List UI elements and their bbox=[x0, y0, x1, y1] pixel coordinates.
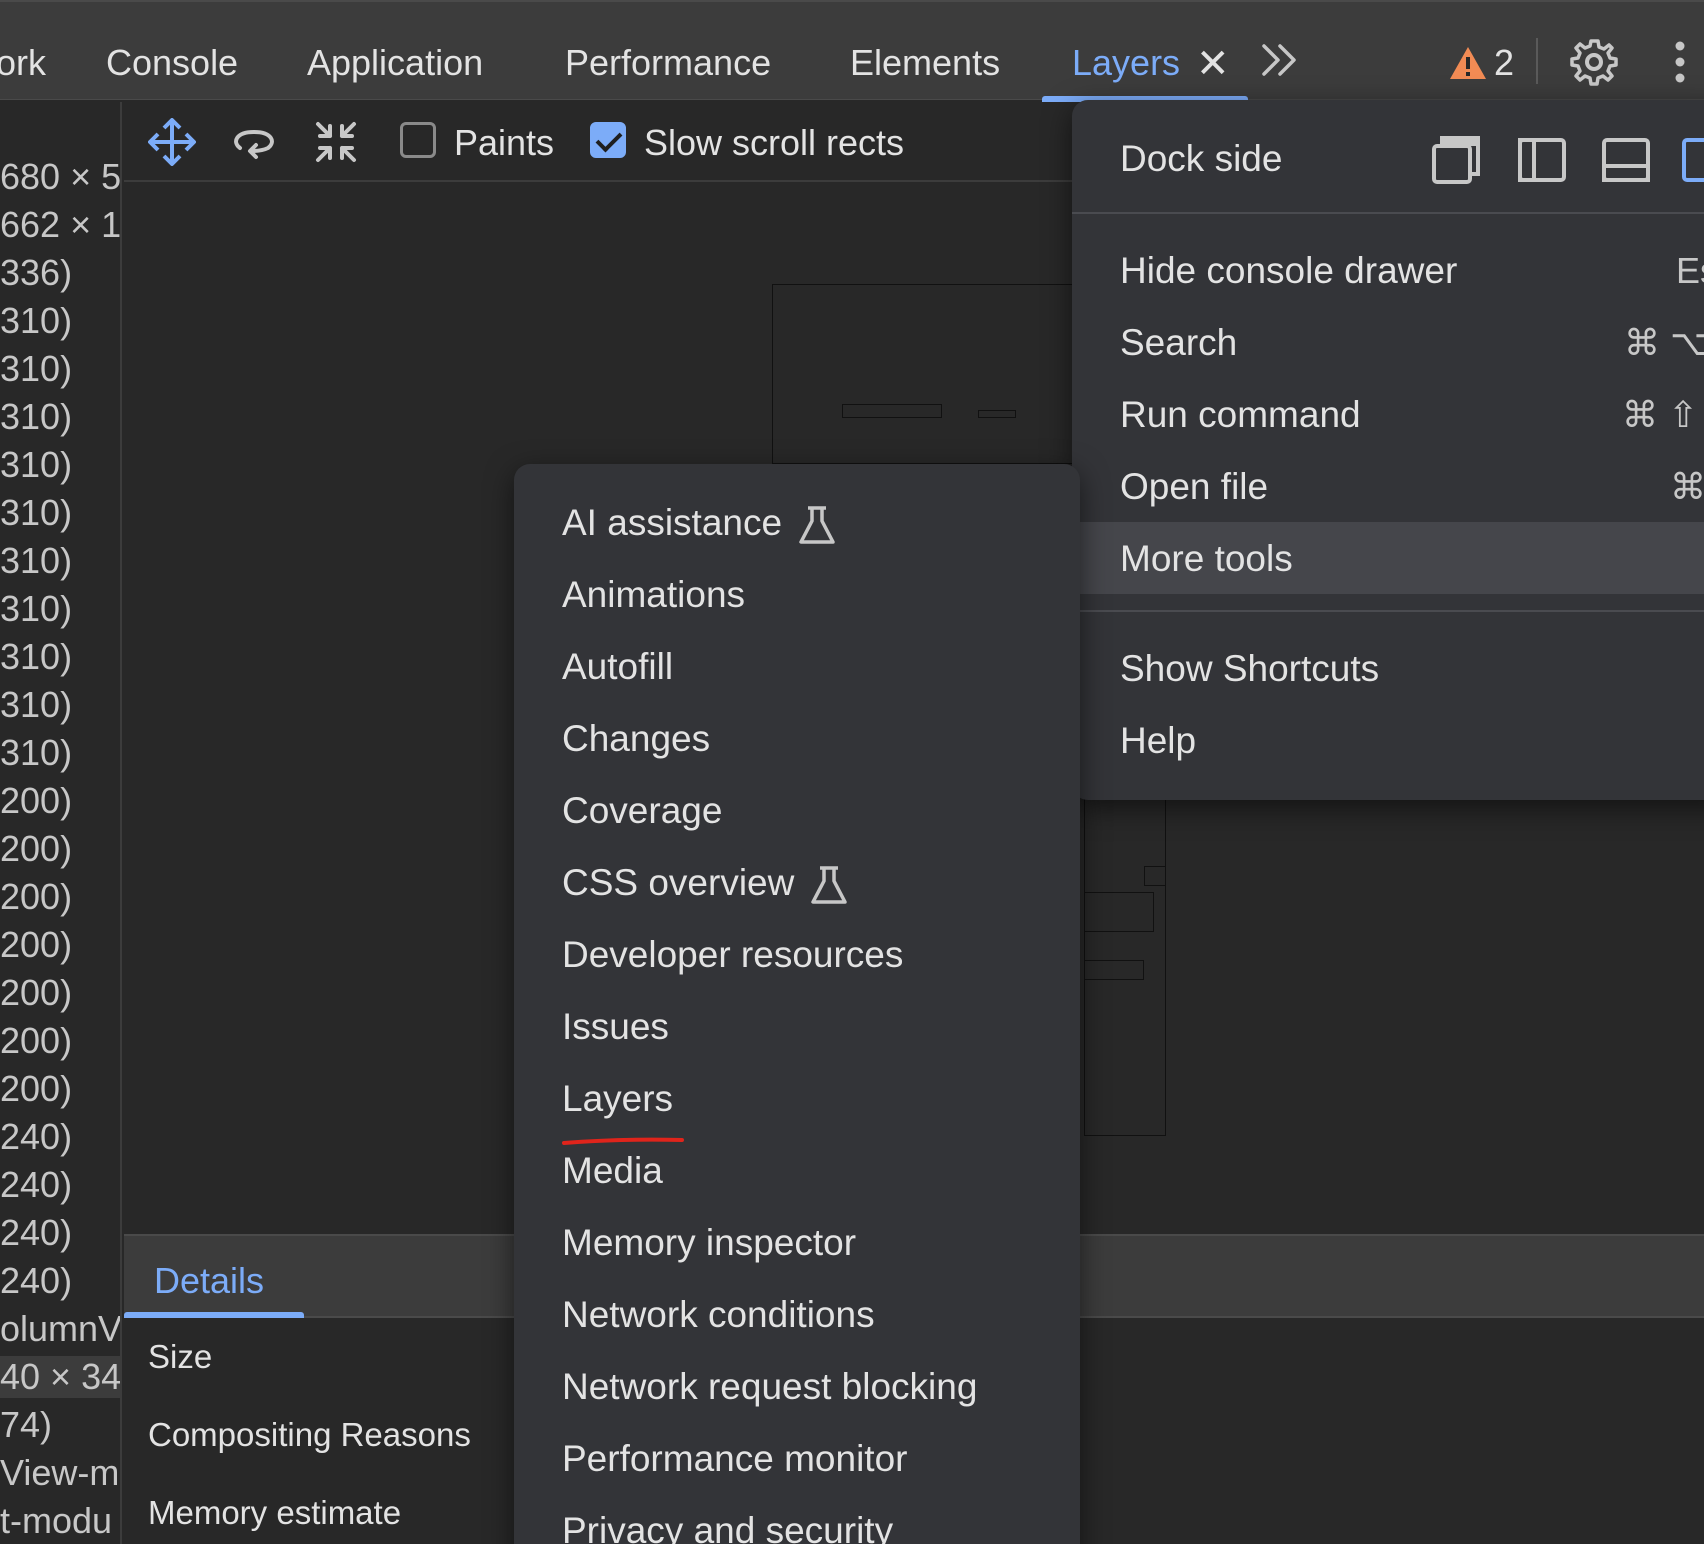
layer-tree: 680 × 5 662 × 1 336) 310) 310) 310) 310)… bbox=[0, 102, 122, 1544]
layer-wireframe bbox=[978, 410, 1016, 418]
menu-separator bbox=[1072, 212, 1704, 214]
layer-tree-row[interactable]: 310) bbox=[0, 396, 72, 438]
submenu-item-autofill[interactable]: Autofill bbox=[562, 646, 673, 688]
layer-tree-row[interactable]: 200) bbox=[0, 876, 72, 918]
submenu-item-changes[interactable]: Changes bbox=[562, 718, 710, 760]
menu-item-more-tools[interactable]: More tools bbox=[1120, 538, 1293, 580]
layer-wireframe bbox=[1144, 866, 1166, 886]
layer-tree-row[interactable]: 310) bbox=[0, 540, 72, 582]
menu-separator bbox=[1072, 610, 1704, 612]
tab-network[interactable]: ork bbox=[0, 42, 46, 84]
submenu-item-network-request-blocking[interactable]: Network request blocking bbox=[562, 1366, 977, 1408]
layer-tree-row[interactable]: 310) bbox=[0, 636, 72, 678]
layer-tree-row[interactable]: View-mo bbox=[0, 1452, 120, 1494]
shortcut-search: ⌘ ⌥ bbox=[1624, 322, 1704, 363]
layer-tree-row[interactable]: 240) bbox=[0, 1116, 72, 1158]
menu-item-search[interactable]: Search bbox=[1120, 322, 1237, 364]
submenu-item-issues[interactable]: Issues bbox=[562, 1006, 669, 1048]
undock-icon[interactable] bbox=[1430, 134, 1482, 186]
layer-wireframe bbox=[842, 404, 942, 418]
annotation-underline bbox=[562, 1137, 684, 1145]
tab-layers[interactable]: Layers bbox=[1072, 42, 1180, 84]
tab-performance[interactable]: Performance bbox=[565, 42, 771, 84]
submenu-item-coverage[interactable]: Coverage bbox=[562, 790, 722, 832]
toolbar-divider bbox=[1536, 38, 1538, 84]
rotate-mode-icon[interactable] bbox=[230, 118, 278, 166]
dock-bottom-icon[interactable] bbox=[1600, 134, 1652, 186]
menu-item-run-command[interactable]: Run command bbox=[1120, 394, 1361, 436]
layer-tree-row[interactable]: 680 × 5 bbox=[0, 156, 120, 198]
menu-item-help[interactable]: Help bbox=[1120, 720, 1196, 762]
close-icon[interactable]: ✕ bbox=[1196, 44, 1230, 84]
shortcut-hide-console-drawer: Es bbox=[1676, 250, 1704, 291]
layer-tree-row[interactable]: 200) bbox=[0, 828, 72, 870]
warning-icon bbox=[1450, 47, 1486, 79]
submenu-item-media[interactable]: Media bbox=[562, 1150, 663, 1192]
submenu-item-performance-monitor[interactable]: Performance monitor bbox=[562, 1438, 907, 1480]
customize-devtools-menu: Dock side Hide console drawer Es Search … bbox=[1072, 100, 1704, 800]
paints-checkbox[interactable] bbox=[400, 122, 436, 158]
dock-left-icon[interactable] bbox=[1516, 134, 1568, 186]
layer-tree-row[interactable]: 662 × 1 bbox=[0, 204, 120, 246]
warnings-counter[interactable]: 2 bbox=[1448, 42, 1514, 84]
pan-mode-icon[interactable] bbox=[148, 118, 196, 166]
layer-tree-row[interactable]: 200) bbox=[0, 972, 72, 1014]
layer-tree-row[interactable]: 200) bbox=[0, 1068, 72, 1110]
layer-tree-row[interactable]: olumnV bbox=[0, 1308, 120, 1350]
submenu-item-animations[interactable]: Animations bbox=[562, 574, 745, 616]
layer-tree-row-selected[interactable]: 40 × 34 bbox=[0, 1356, 120, 1398]
tab-console[interactable]: Console bbox=[106, 42, 238, 84]
shortcut-run-command: ⌘ ⇧ bbox=[1622, 394, 1699, 435]
experiment-flask-icon bbox=[811, 866, 848, 904]
layer-tree-row[interactable]: 200) bbox=[0, 780, 72, 822]
slow-scroll-rects-checkbox[interactable] bbox=[590, 122, 626, 158]
layer-tree-row[interactable]: 200) bbox=[0, 924, 72, 966]
submenu-item-privacy-and-security[interactable]: Privacy and security bbox=[562, 1510, 893, 1544]
layer-tree-row[interactable]: 310) bbox=[0, 444, 72, 486]
menu-item-hide-console-drawer[interactable]: Hide console drawer bbox=[1120, 250, 1457, 292]
layer-tree-row[interactable]: 240) bbox=[0, 1212, 72, 1254]
tab-details[interactable]: Details bbox=[154, 1260, 264, 1302]
more-tabs-icon[interactable] bbox=[1260, 42, 1300, 88]
layer-tree-row[interactable]: 310) bbox=[0, 732, 72, 774]
submenu-item-network-conditions[interactable]: Network conditions bbox=[562, 1294, 875, 1336]
experiment-flask-icon bbox=[799, 506, 835, 544]
slow-scroll-rects-label[interactable]: Slow scroll rects bbox=[644, 122, 904, 164]
dock-side-label: Dock side bbox=[1120, 138, 1283, 179]
tab-elements[interactable]: Elements bbox=[850, 42, 1000, 84]
layer-tree-row[interactable]: 310) bbox=[0, 492, 72, 534]
dock-right-icon[interactable] bbox=[1680, 134, 1704, 186]
layer-tree-row[interactable]: 310) bbox=[0, 588, 72, 630]
layer-wireframe bbox=[1084, 960, 1144, 980]
warning-count: 2 bbox=[1494, 42, 1515, 83]
layer-tree-row[interactable]: t-modu bbox=[0, 1500, 112, 1542]
shortcut-open-file: ⌘ bbox=[1670, 466, 1704, 507]
layer-wireframe bbox=[1084, 892, 1154, 932]
details-prop-compositing-reasons: Compositing Reasons bbox=[148, 1416, 471, 1453]
more-options-icon[interactable] bbox=[1670, 38, 1690, 86]
tab-application[interactable]: Application bbox=[307, 42, 483, 84]
submenu-item-ai-assistance[interactable]: AI assistance bbox=[562, 502, 836, 545]
layer-tree-row[interactable]: 240) bbox=[0, 1164, 72, 1206]
more-tools-submenu: AI assistance Animations Autofill Change… bbox=[514, 464, 1080, 1544]
submenu-item-layers[interactable]: Layers bbox=[562, 1078, 673, 1120]
gear-icon[interactable] bbox=[1570, 38, 1618, 86]
menu-item-show-shortcuts[interactable]: Show Shortcuts bbox=[1120, 648, 1379, 690]
layer-tree-row[interactable]: 240) bbox=[0, 1260, 72, 1302]
layer-tree-row[interactable]: 310) bbox=[0, 348, 72, 390]
reset-transform-icon[interactable] bbox=[312, 118, 360, 166]
layer-tree-row[interactable]: 336) bbox=[0, 252, 72, 294]
layer-tree-row[interactable]: 74) bbox=[0, 1404, 52, 1446]
layer-tree-row[interactable]: 310) bbox=[0, 684, 72, 726]
menu-item-open-file[interactable]: Open file bbox=[1120, 466, 1268, 508]
paints-label[interactable]: Paints bbox=[454, 122, 554, 164]
submenu-item-developer-resources[interactable]: Developer resources bbox=[562, 934, 903, 976]
layer-tree-row[interactable]: 310) bbox=[0, 300, 72, 342]
submenu-item-memory-inspector[interactable]: Memory inspector bbox=[562, 1222, 856, 1264]
details-prop-memory-estimate: Memory estimate bbox=[148, 1494, 402, 1531]
details-prop-size: Size bbox=[148, 1338, 213, 1375]
submenu-item-css-overview[interactable]: CSS overview bbox=[562, 862, 848, 905]
panel-tab-bar: ork Console Application Performance Elem… bbox=[0, 0, 1704, 102]
layer-tree-row[interactable]: 200) bbox=[0, 1020, 72, 1062]
